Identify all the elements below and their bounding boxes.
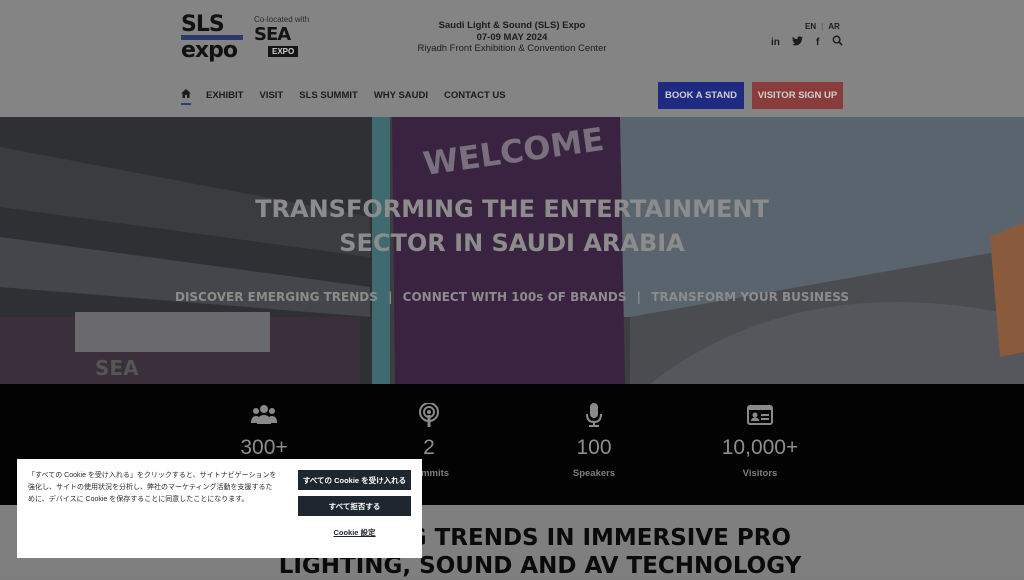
cookie-consent-text: 「すべての Cookie を受け入れる」をクリックすると、サイトナビゲーションを… — [28, 472, 277, 503]
hero-title-line-1: TRANSFORMING THE ENTERTAINMENT — [255, 195, 769, 223]
nav-item-sls-summit[interactable]: SLS SUMMIT — [299, 90, 358, 105]
lang-divider: | — [821, 22, 824, 31]
social-links: in f — [771, 35, 843, 49]
id-card-icon — [700, 402, 820, 428]
colocated-label: Co-located with — [254, 15, 310, 24]
stat-visitors: 10,000+ Visitors — [700, 402, 820, 479]
nav-item-exhibit[interactable]: EXHIBIT — [206, 90, 243, 105]
twitter-icon[interactable] — [792, 35, 804, 49]
main-nav: EXHIBIT VISIT SLS SUMMIT WHY SAUDI CONTA… — [181, 89, 522, 105]
stat-value: 2 — [423, 436, 435, 459]
facebook-icon[interactable]: f — [816, 37, 819, 48]
nav-item-contact-us[interactable]: CONTACT US — [444, 90, 506, 105]
search-icon[interactable] — [832, 35, 843, 49]
cookie-consent-banner: 「すべての Cookie を受け入れる」をクリックすると、サイトナビゲーションを… — [17, 459, 422, 558]
logo-text-expo: expo — [181, 38, 238, 63]
book-a-stand-button[interactable]: BOOK A STAND — [658, 82, 744, 109]
page: SLS expo Co-located with SEA EXPO Saudi … — [0, 0, 1024, 579]
hero-sub-connect: CONNECT WITH 100s OF BRANDS — [402, 290, 627, 304]
event-venue: Riyadh Front Exhibition & Convention Cen… — [417, 43, 607, 54]
svg-text:SEA: SEA — [95, 356, 139, 380]
home-icon[interactable] — [181, 89, 191, 105]
sea-expo-badge: EXPO — [268, 46, 299, 57]
reject-all-cookies-button[interactable]: すべて拒否する — [298, 496, 411, 516]
accept-all-cookies-button[interactable]: すべての Cookie を受け入れる — [298, 470, 411, 490]
hero-title: TRANSFORMING THE ENTERTAINMENT SECTOR IN… — [160, 192, 864, 260]
stat-label: Speakers — [572, 468, 616, 479]
event-dates: 07-09 MAY 2024 — [476, 31, 548, 43]
visitor-sign-up-button[interactable]: VISITOR SIGN UP — [752, 82, 843, 109]
site-header: SLS expo Co-located with SEA EXPO Saudi … — [0, 0, 1024, 117]
stat-value: 10,000+ — [721, 436, 799, 459]
lang-ar[interactable]: AR — [828, 22, 840, 31]
linkedin-icon[interactable]: in — [771, 37, 780, 48]
nav-item-why-saudi[interactable]: WHY SAUDI — [374, 90, 428, 105]
hero-sub-transform: TRANSFORM YOUR BUSINESS — [651, 290, 850, 304]
hero-banner: SEA WELCOME TRANSFORMING THE ENTERTAINME… — [0, 117, 1024, 384]
sls-expo-logo[interactable]: SLS expo — [181, 12, 245, 62]
hero-sub-discover: DISCOVER EMERGING TRENDS — [174, 290, 378, 304]
stat-speakers: 100 Speakers — [534, 402, 654, 479]
users-icon — [204, 402, 324, 428]
hero-sub-separator: | — [388, 290, 393, 304]
co-located-logo[interactable]: Co-located with SEA EXPO — [254, 15, 316, 57]
stat-label: Visitors — [742, 468, 778, 479]
logo-text-sls: SLS — [181, 12, 225, 37]
hero-title-line-2: SECTOR IN SAUDI ARABIA — [339, 229, 685, 257]
language-switcher: EN | AR — [805, 22, 840, 31]
cookie-settings-link[interactable]: Cookie 設定 — [298, 527, 411, 538]
stat-value: 100 — [576, 436, 612, 459]
hero-sub-separator: | — [636, 290, 642, 304]
podcast-icon — [369, 402, 489, 428]
microphone-icon — [534, 402, 654, 428]
sea-logo-text: SEA — [254, 24, 291, 45]
stat-value: 300+ — [240, 436, 288, 459]
hero-subtitle: DISCOVER EMERGING TRENDS | CONNECT WITH … — [120, 290, 904, 304]
event-title: Saudi Light & Sound (SLS) Expo — [438, 20, 586, 31]
event-info: Saudi Light & Sound (SLS) Expo 07-09 MAY… — [390, 20, 634, 55]
lang-en[interactable]: EN — [805, 22, 816, 31]
nav-item-visit[interactable]: VISIT — [259, 90, 283, 105]
